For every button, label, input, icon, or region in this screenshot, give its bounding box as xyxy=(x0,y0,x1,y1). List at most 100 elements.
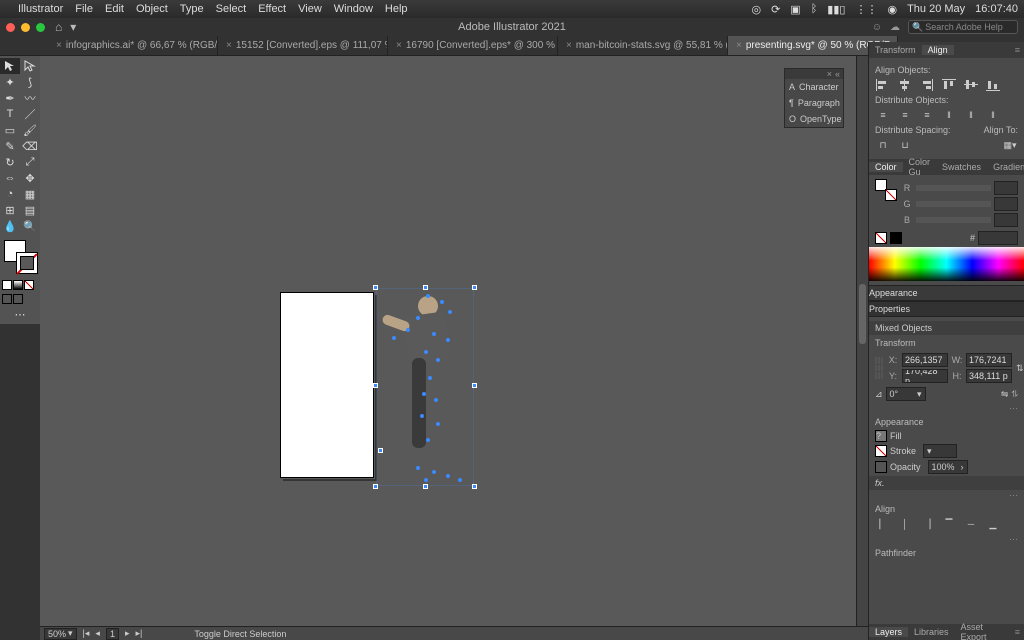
rotate-field[interactable]: 0°▾ xyxy=(886,387,926,401)
close-icon[interactable]: × xyxy=(226,40,232,51)
reference-point[interactable] xyxy=(875,357,883,379)
stroke-swatch[interactable] xyxy=(16,252,38,274)
prop-align-left[interactable]: ▏ xyxy=(875,517,891,531)
fill-stroke-swatch[interactable] xyxy=(2,238,38,274)
y-field[interactable]: 170,428 p xyxy=(902,369,948,383)
none-color-button[interactable] xyxy=(875,232,887,244)
menu-view[interactable]: View xyxy=(298,3,322,15)
zoom-field[interactable]: 50% ▾ xyxy=(44,628,77,640)
zoom-tool[interactable]: 🔍 xyxy=(20,218,40,234)
tab-transform[interactable]: Transform xyxy=(869,45,922,55)
first-page-button[interactable]: |◂ xyxy=(83,628,90,639)
g-slider[interactable] xyxy=(916,201,991,207)
dist-vcenter-button[interactable]: ≡ xyxy=(897,108,913,122)
opentype-panel-link[interactable]: OOpenType xyxy=(785,111,843,127)
free-transform-tool[interactable]: ✥ xyxy=(20,170,40,186)
type-panel[interactable]: ×« ACharacter ¶Paragraph OOpenType xyxy=(784,68,844,128)
appearance-panel-header[interactable]: Appearance xyxy=(868,285,1024,301)
prop-align-hcenter[interactable]: │ xyxy=(897,517,913,531)
curvature-tool[interactable]: 〰 xyxy=(20,90,40,106)
b-field[interactable] xyxy=(994,213,1018,227)
tab-color[interactable]: Color xyxy=(869,162,903,172)
minimize-window-button[interactable] xyxy=(21,23,30,32)
menu-select[interactable]: Select xyxy=(216,3,247,15)
draw-mode-icon[interactable] xyxy=(2,294,12,304)
align-left-button[interactable] xyxy=(875,78,891,92)
gradient-tool[interactable]: ▤ xyxy=(20,202,40,218)
stroke-swatch[interactable] xyxy=(875,445,887,457)
menu-help[interactable]: Help xyxy=(385,3,408,15)
width-tool[interactable]: ⇔ xyxy=(0,170,20,186)
more-options-icon[interactable]: ⋯ xyxy=(875,534,1018,545)
menu-file[interactable]: File xyxy=(75,3,93,15)
close-icon[interactable]: × xyxy=(566,40,572,51)
menu-window[interactable]: Window xyxy=(334,3,373,15)
tab-align[interactable]: Align xyxy=(922,45,954,55)
opacity-field[interactable]: 100%› xyxy=(928,460,968,474)
canvas[interactable] xyxy=(40,56,868,626)
dist-top-button[interactable]: ≡ xyxy=(875,108,891,122)
doc-tab-0[interactable]: ×infographics.ai* @ 66,67 % (RGB/Previ… xyxy=(48,36,218,55)
prev-page-button[interactable]: ◂ xyxy=(95,628,100,639)
align-top-button[interactable] xyxy=(941,78,957,92)
r-slider[interactable] xyxy=(916,185,991,191)
tab-color-guide[interactable]: Color Gu xyxy=(903,157,937,177)
shaper-tool[interactable]: ✎ xyxy=(0,138,20,154)
dist-right-button[interactable]: ‖ xyxy=(985,108,1001,122)
stroke-weight-field[interactable]: ▾ xyxy=(923,444,957,458)
artboard[interactable] xyxy=(280,292,374,478)
close-icon[interactable]: × xyxy=(56,40,62,51)
prop-align-bottom[interactable]: ▁ xyxy=(985,517,1001,531)
stroke-swatch[interactable] xyxy=(885,189,897,201)
dist-hcenter-button[interactable]: ‖ xyxy=(963,108,979,122)
link-wh-icon[interactable]: ⇅ xyxy=(1016,363,1024,374)
scale-tool[interactable]: ⤢ xyxy=(20,154,40,170)
tab-asset-export[interactable]: Asset Export xyxy=(955,622,1011,640)
align-bottom-button[interactable] xyxy=(985,78,1001,92)
prop-align-vcenter[interactable]: ─ xyxy=(963,517,979,531)
flip-v-icon[interactable]: ⥮ xyxy=(1011,389,1018,400)
r-field[interactable] xyxy=(994,181,1018,195)
color-mode-icon[interactable] xyxy=(2,280,12,290)
next-page-button[interactable]: ▸ xyxy=(125,628,130,639)
dist-vspacing-button[interactable]: ⊓ xyxy=(875,138,891,152)
rectangle-tool[interactable]: ▭ xyxy=(0,122,20,138)
menu-illustrator[interactable]: Illustrator xyxy=(18,3,63,15)
close-icon[interactable]: × xyxy=(736,40,742,51)
tab-swatches[interactable]: Swatches xyxy=(936,162,987,172)
close-icon[interactable]: × xyxy=(827,69,832,79)
rotate-tool[interactable]: ↻ xyxy=(0,154,20,170)
doc-tab-3[interactable]: ×man-bitcoin-stats.svg @ 55,81 % (RGB/Pr… xyxy=(558,36,728,55)
chevron-down-icon[interactable]: ▾ xyxy=(70,20,76,34)
dist-bottom-button[interactable]: ≡ xyxy=(919,108,935,122)
w-field[interactable]: 176,7241 xyxy=(966,353,1012,367)
eyedropper-tool[interactable]: 💧 xyxy=(0,218,20,234)
pen-tool[interactable]: ✒ xyxy=(0,90,20,106)
direct-selection-tool[interactable] xyxy=(20,58,40,74)
tab-libraries[interactable]: Libraries xyxy=(908,627,955,637)
align-right-button[interactable] xyxy=(919,78,935,92)
mesh-tool[interactable]: ⊞ xyxy=(0,202,20,218)
cloud-user-icon[interactable]: ☺ xyxy=(872,22,882,33)
doc-tab-1[interactable]: ×15152 [Converted].eps @ 111,07 % (RGB/P… xyxy=(218,36,388,55)
panel-menu-icon[interactable]: ≡ xyxy=(1011,627,1024,637)
close-window-button[interactable] xyxy=(6,23,15,32)
fx-row[interactable]: fx. xyxy=(869,476,1024,490)
properties-panel-header[interactable]: Properties xyxy=(868,301,1024,317)
dist-left-button[interactable]: ‖ xyxy=(941,108,957,122)
shape-builder-tool[interactable]: ◔ xyxy=(0,186,20,202)
dist-hspacing-button[interactable]: ⊔ xyxy=(897,138,913,152)
align-to-dropdown[interactable]: ▦▾ xyxy=(1002,138,1018,152)
paragraph-panel-link[interactable]: ¶Paragraph xyxy=(785,95,843,111)
tab-gradient[interactable]: Gradient xyxy=(987,162,1024,172)
cloud-sync-icon[interactable]: ☁ xyxy=(890,22,900,33)
selection-tool[interactable] xyxy=(0,58,20,74)
menu-effect[interactable]: Effect xyxy=(258,3,286,15)
hex-field[interactable] xyxy=(978,231,1018,245)
line-tool[interactable]: ／ xyxy=(20,106,40,122)
collapse-icon[interactable]: « xyxy=(835,69,840,79)
x-field[interactable]: 266,1357 xyxy=(902,353,948,367)
doc-tab-2[interactable]: ×16790 [Converted].eps* @ 300 % (RGB/Pre… xyxy=(388,36,558,55)
prop-align-top[interactable]: ▔ xyxy=(941,517,957,531)
magic-wand-tool[interactable]: ✦ xyxy=(0,74,20,90)
